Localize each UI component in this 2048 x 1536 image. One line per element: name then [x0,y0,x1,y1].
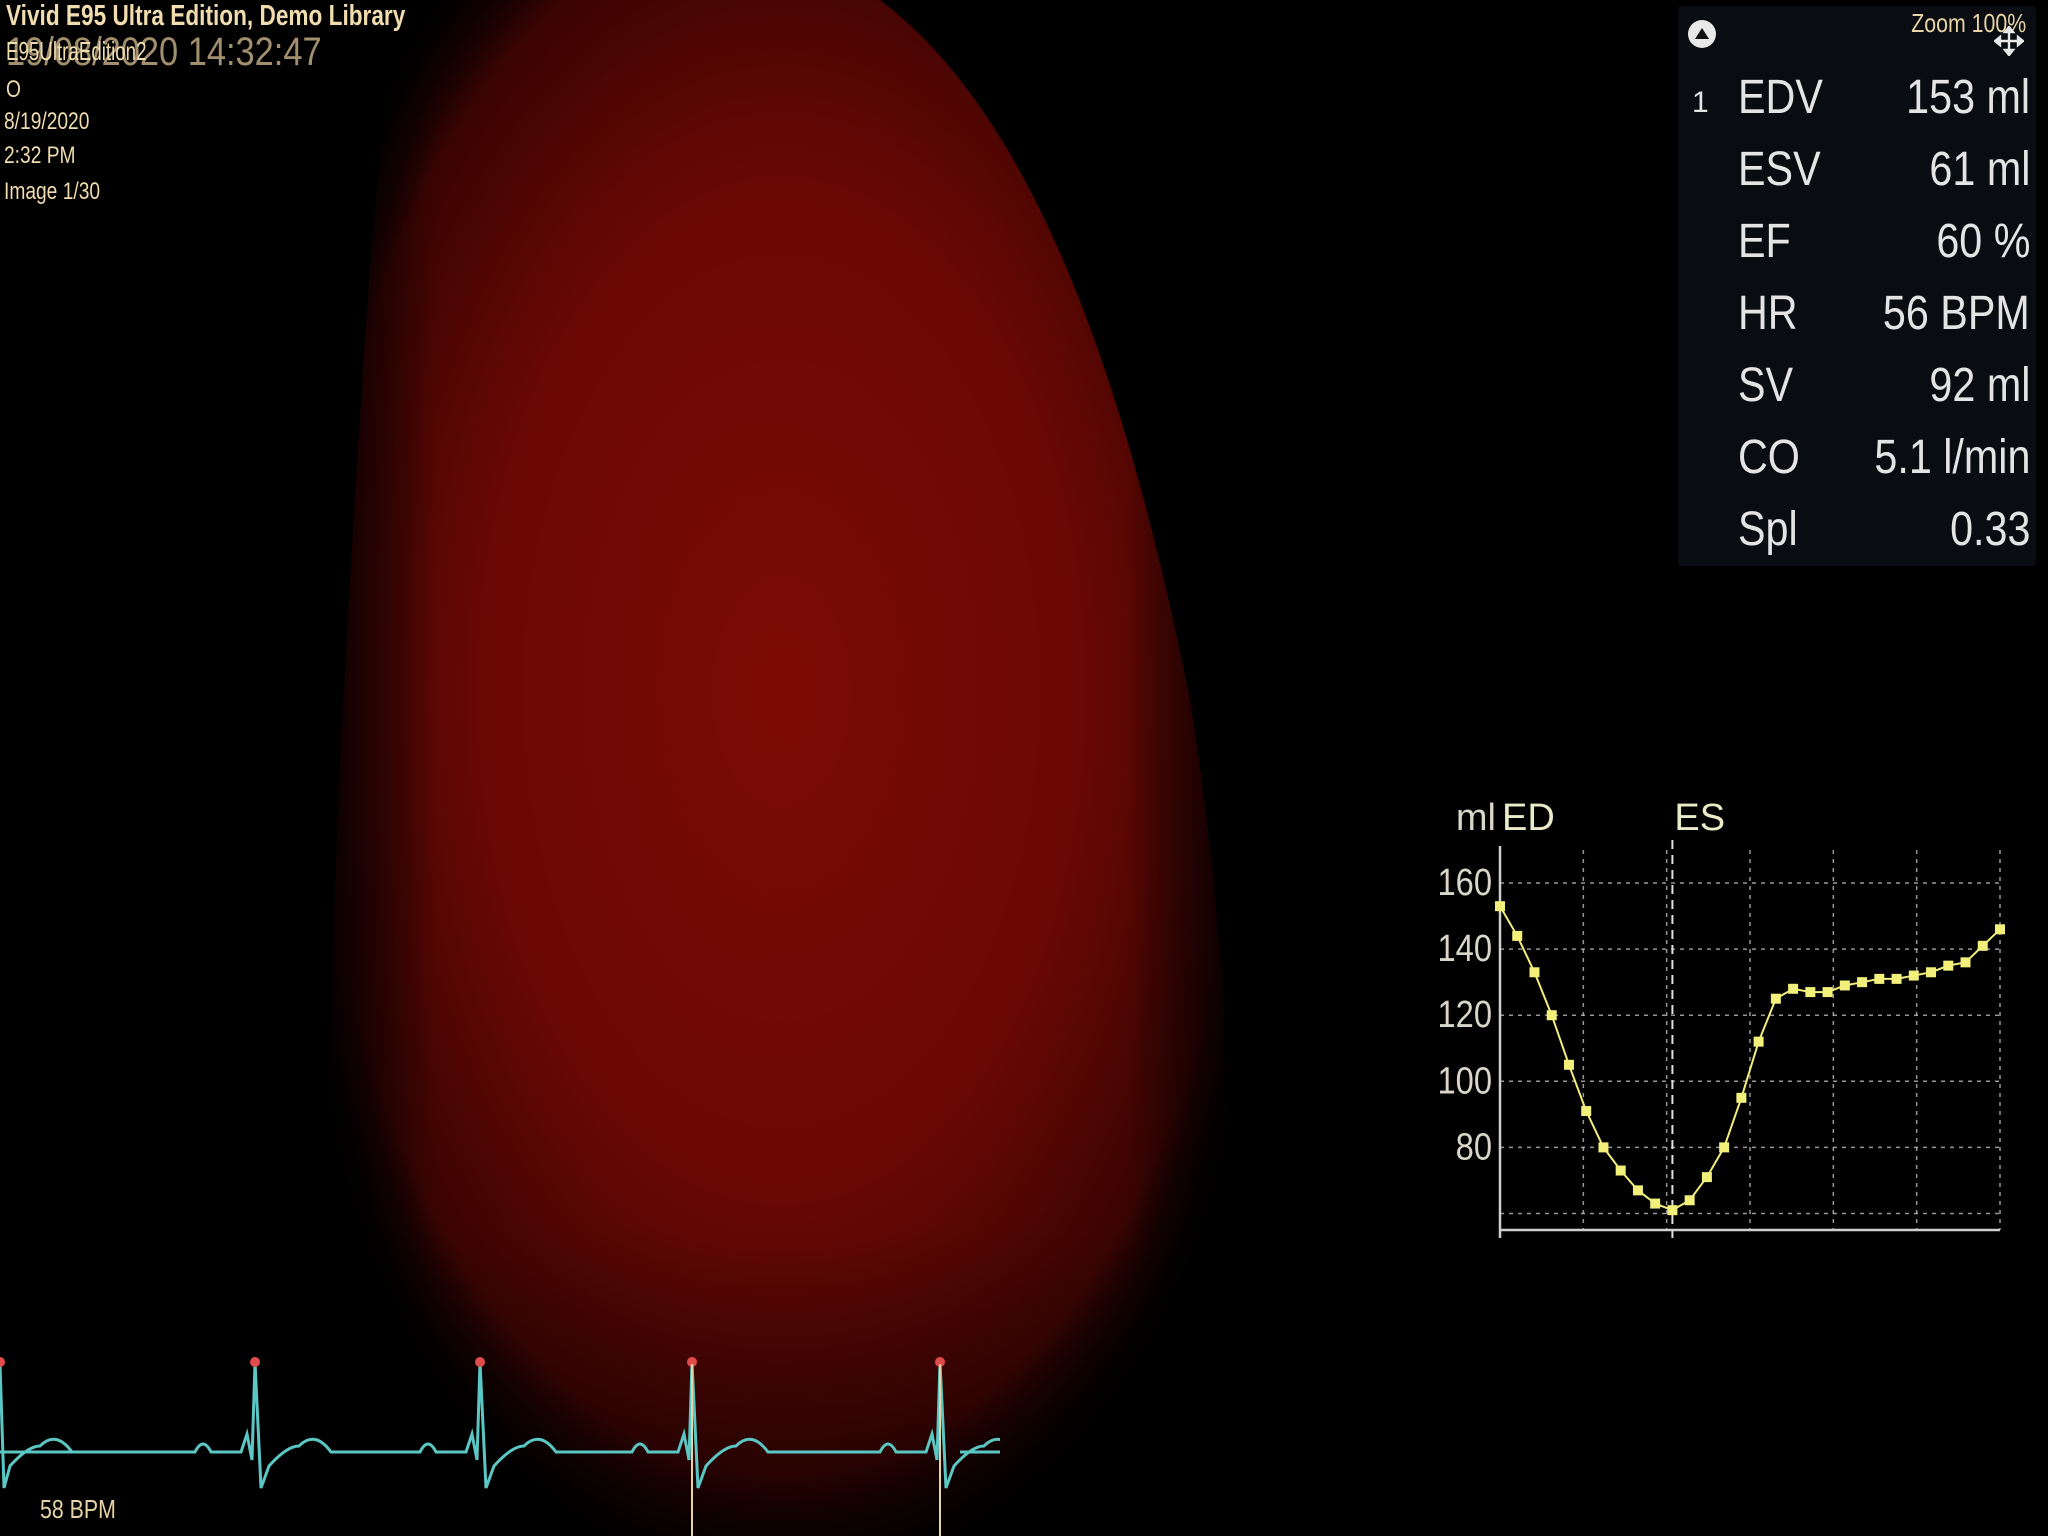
r-wave-marker [0,1357,5,1367]
data-point [1736,1092,1747,1103]
measurement-row-spl: Spl 0.33 [1678,502,2036,562]
data-point [1512,930,1523,941]
ecg-waveform [0,1361,1000,1489]
info-line-orientation: O [6,76,21,103]
data-point [1719,1142,1730,1153]
ecg-trace [0,1357,1000,1536]
data-point [1805,987,1816,998]
move-icon[interactable] [1994,26,2024,56]
y-tick-label: 100 [1437,1059,1492,1102]
y-tick-label: 140 [1437,927,1492,970]
data-point [1995,924,2005,935]
data-point [1943,960,1954,971]
y-tick-label: 80 [1456,1125,1492,1168]
data-point [1891,973,1902,984]
data-point [1615,1165,1626,1176]
measurement-row-ef: EF 60 % [1678,214,2036,274]
measurement-value: 61 ml [1929,143,2030,196]
ecg-bpm-label: 58 BPM [40,1494,116,1524]
data-point [1546,1010,1557,1021]
measurement-name: EDV [1738,71,1823,124]
data-point [1563,1059,1574,1070]
data-point [1839,980,1850,991]
header-title: Vivid E95 Ultra Edition, Demo Library [6,0,406,32]
measurement-name: SV [1738,359,1794,412]
data-point [1857,977,1868,988]
measurement-index: 1 [1692,86,1709,119]
data-point [1926,967,1937,978]
data-point [1788,983,1799,994]
data-point [1874,973,1885,984]
data-point [1701,1172,1712,1183]
measurement-value: 92 ml [1929,359,2030,412]
data-point [1770,993,1781,1004]
r-wave-marker [475,1357,485,1367]
measurement-panel: Zoom 100% 1 EDV 153 ml ESV 61 ml EF 60 %… [1678,6,2036,566]
measurement-name: EF [1738,215,1791,268]
header-subtitle: E95UltraEdition2 [6,36,147,66]
measurement-name: HR [1738,287,1798,340]
measurement-row-edv: 1 EDV 153 ml [1678,70,2036,130]
data-point [1632,1185,1643,1196]
data-point [1529,967,1540,978]
measurement-value: 153 ml [1906,71,2030,124]
measurement-row-sv: SV 92 ml [1678,358,2036,418]
y-tick-label: 120 [1437,993,1492,1036]
info-line-time: 2:32 PM [4,142,76,169]
measurement-name: ESV [1738,143,1821,196]
measurement-row-hr: HR 56 BPM [1678,286,2036,346]
data-point [1650,1198,1661,1209]
data-point [1495,901,1505,912]
measurement-value: 56 BPM [1883,287,2030,340]
measurement-value: 0.33 [1949,503,2030,556]
data-point [1753,1036,1764,1047]
marker-label-ed: ED [1502,797,1555,839]
ecg-waveform-start [0,1363,180,1489]
data-point [1667,1205,1678,1216]
marker-label-es: ES [1674,797,1725,839]
y-tick-label: 160 [1437,861,1492,904]
data-point [1822,987,1833,998]
measurement-value: 60 % [1935,215,2030,268]
data-point [1598,1142,1609,1153]
volume-curve-chart: 160 140 120 100 80 ml ED ES [1437,797,2005,1238]
data-point [1908,970,1919,981]
measurement-row-esv: ESV 61 ml [1678,142,2036,202]
data-point [1960,957,1971,968]
info-line-image-count: Image 1/30 [4,178,101,205]
collapse-up-icon[interactable] [1688,20,1716,48]
data-point [1977,940,1988,951]
y-unit-label: ml [1456,797,1496,839]
r-wave-marker [250,1357,260,1367]
info-line-date: 8/19/2020 [4,108,90,135]
measurement-row-co: CO 5.1 l/min [1678,430,2036,490]
measurement-name: Spl [1738,503,1798,556]
measurement-value: 5.1 l/min [1873,431,2030,484]
measurement-name: CO [1738,431,1800,484]
data-point [1581,1106,1592,1117]
data-point [1684,1195,1695,1206]
